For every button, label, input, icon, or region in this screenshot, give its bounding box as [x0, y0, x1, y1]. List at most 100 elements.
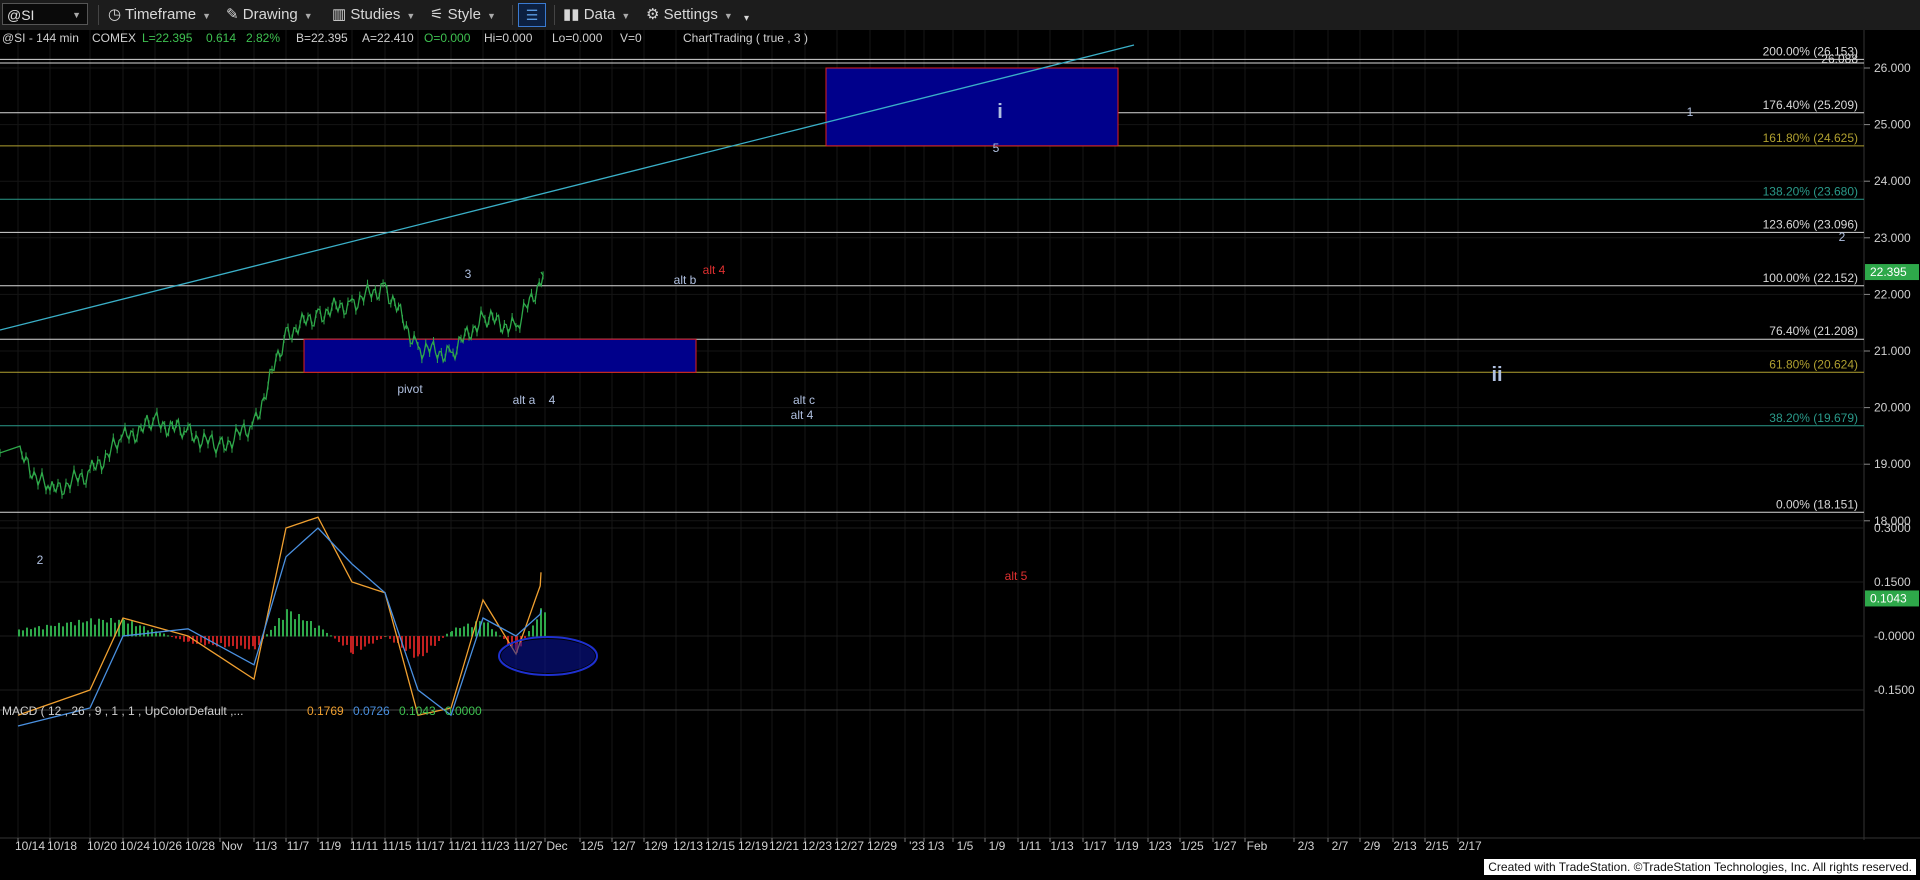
- symbol-value: @SI: [7, 7, 35, 23]
- macd-histogram-bar: [393, 636, 395, 643]
- style-label: Style: [447, 6, 481, 23]
- time-axis-label: 2/9: [1364, 839, 1381, 853]
- layout-toggle-button[interactable]: ☰: [518, 3, 546, 27]
- toolbar: @SI ▼ ◷ Timeframe ▼ ✎ Drawing ▼ ▥ Studies ▼ …: [0, 0, 1920, 31]
- time-axis-label: 11/7: [287, 839, 310, 853]
- toolbar-divider: [512, 5, 513, 25]
- status-exchange: COMEX: [92, 31, 136, 45]
- macd-histogram-bar: [368, 636, 370, 644]
- time-axis-label: 10/24: [120, 839, 150, 853]
- time-axis-label: 12/27: [834, 839, 864, 853]
- status-last: L=22.395: [142, 31, 193, 45]
- status-change: 0.614: [206, 31, 236, 45]
- fib-label: 0.00% (18.151): [1776, 497, 1858, 511]
- wave-label: alt a: [513, 393, 536, 407]
- time-axis-label: 2/3: [1298, 839, 1315, 853]
- macd-histogram-bar: [282, 619, 284, 637]
- time-axis-label: 1/23: [1148, 839, 1172, 853]
- time-axis-label: 2/15: [1425, 839, 1449, 853]
- toolbar-overflow-icon[interactable]: ▾: [744, 8, 749, 30]
- time-axis-label: 11/21: [448, 839, 477, 853]
- macd-histogram-bar: [236, 636, 238, 649]
- chevron-down-icon: ▼: [621, 11, 631, 21]
- style-menu[interactable]: ⚟ Style ▼: [430, 4, 496, 26]
- time-axis-label: 1/27: [1213, 839, 1237, 853]
- pivot-zone-box: [303, 338, 697, 373]
- chevron-down-icon: ▼: [486, 11, 496, 21]
- wave-label: ii: [1491, 364, 1502, 386]
- macd-histogram-bar: [38, 626, 40, 637]
- macd-label: MACD ( 12 , 26 , 9 , 1 , 1 , UpColorDefa…: [2, 704, 243, 718]
- wave-label: 3: [465, 267, 472, 281]
- macd-histogram-bar: [430, 636, 432, 646]
- macd-histogram-bar: [455, 627, 457, 637]
- macd-histogram-bar: [266, 634, 268, 637]
- time-axis-label: 12/21: [769, 839, 799, 853]
- timeframe-menu[interactable]: ◷ Timeframe ▼: [108, 4, 211, 26]
- macd-histogram-bar: [446, 633, 448, 637]
- price-axis-label: 25.000: [1874, 118, 1911, 132]
- symbol-selector[interactable]: @SI ▼: [2, 3, 88, 25]
- wave-label: alt c: [793, 393, 815, 407]
- time-axis-label: 1/11: [1019, 839, 1042, 853]
- macd-histogram-bar: [220, 636, 222, 644]
- time-axis: 10/14 10/18 10/20 10/24 10/26 10/28 Nov 11/3 11/…: [15, 838, 1482, 853]
- bar-chart-icon: ▮▮: [563, 6, 580, 23]
- current-price-label: 22.395: [1870, 265, 1907, 279]
- macd-histogram-bar: [274, 625, 276, 637]
- style-icon: ⚟: [430, 6, 444, 23]
- fib-label: 100.00% (22.152): [1763, 271, 1858, 285]
- macd-histogram-bar: [409, 636, 411, 649]
- time-axis-label: 1/5: [957, 839, 974, 853]
- macd-histogram-bar: [442, 636, 444, 638]
- macd-histogram-bar: [127, 623, 129, 637]
- fib-label: 38.20% (19.679): [1769, 411, 1858, 425]
- data-menu[interactable]: ▮▮ Data ▼: [563, 4, 630, 26]
- macd-histogram-bar: [334, 636, 336, 639]
- studies-menu[interactable]: ▥ Studies ▼: [332, 4, 415, 26]
- time-axis-label: Feb: [1247, 839, 1268, 853]
- macd-histogram-bar: [106, 622, 108, 637]
- time-axis-label: 11/23: [480, 839, 509, 853]
- settings-label: Settings: [663, 6, 718, 23]
- time-axis-label: 10/26: [152, 839, 182, 853]
- macd-histogram-bar: [330, 635, 332, 637]
- macd-histogram-bar: [26, 627, 28, 637]
- macd-histogram-bar: [179, 636, 181, 640]
- macd-histogram-bar: [70, 621, 72, 637]
- fib-label: 138.20% (23.680): [1763, 184, 1858, 198]
- macd-histogram-bar: [54, 626, 56, 637]
- time-axis-label: 12/15: [705, 839, 735, 853]
- macd-histogram-bar: [463, 626, 465, 637]
- macd-current-label: 0.1043: [1870, 591, 1907, 605]
- wave-label: 5: [993, 141, 1000, 155]
- status-lo: Lo=0.000: [552, 31, 603, 45]
- macd-value-1: 0.1769: [307, 704, 344, 718]
- status-volume: V=0: [620, 31, 642, 45]
- time-axis-label: Dec: [546, 839, 567, 853]
- price-axis-label: 23.000: [1874, 231, 1911, 245]
- chevron-down-icon: ▼: [406, 11, 416, 21]
- macd-histogram-bar: [58, 622, 60, 637]
- drawing-menu[interactable]: ✎ Drawing ▼: [226, 4, 313, 26]
- macd-histogram-bar: [487, 622, 489, 637]
- macd-histogram-bar: [86, 621, 88, 637]
- macd-histogram-bar: [298, 614, 300, 637]
- macd-histogram-bar: [232, 636, 234, 646]
- data-label: Data: [583, 6, 616, 23]
- time-axis-label: 12/7: [612, 839, 636, 853]
- macd-histogram-bar: [350, 636, 352, 653]
- macd-histogram-bar: [306, 620, 308, 637]
- macd-histogram-bar: [438, 636, 440, 641]
- time-axis-label: 1/19: [1115, 839, 1139, 853]
- macd-histogram-bar: [212, 636, 214, 646]
- settings-menu[interactable]: ⚙ Settings ▼: [646, 4, 733, 26]
- time-axis-label: 2/13: [1393, 839, 1417, 853]
- macd-value-3: 0.1043: [399, 704, 436, 718]
- drawing-label: Drawing: [242, 6, 298, 23]
- footer-copyright: Created with TradeStation. ©TradeStation…: [1484, 859, 1916, 875]
- macd-histogram-bar: [372, 636, 374, 644]
- macd-histogram-bar: [491, 629, 493, 637]
- macd-axis-label: -0.1500: [1874, 683, 1915, 697]
- macd-histogram-bar: [240, 636, 242, 646]
